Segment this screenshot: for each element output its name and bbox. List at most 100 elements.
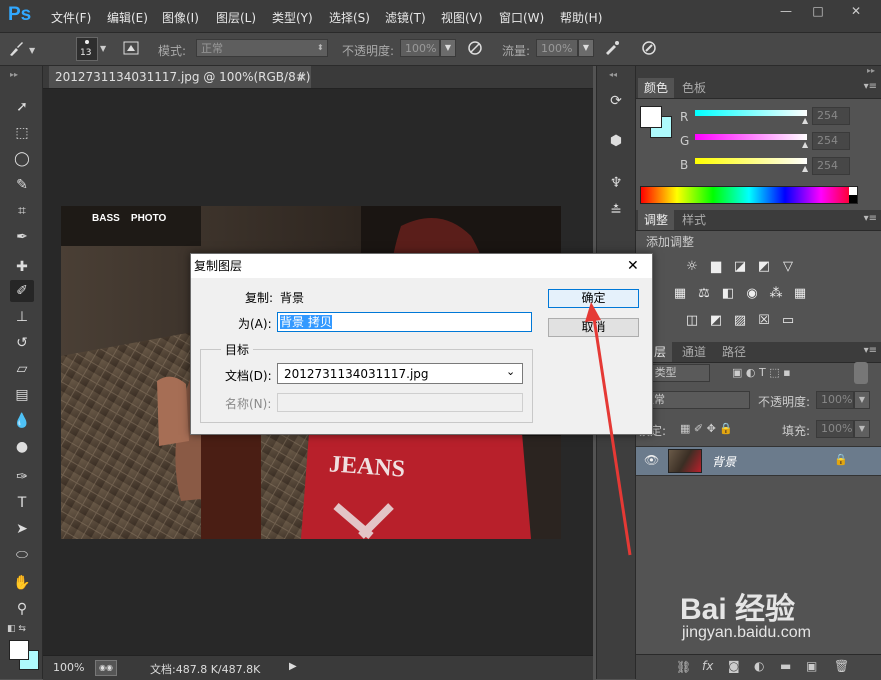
curves-icon[interactable]: ◪ <box>730 257 750 277</box>
exposure-icon[interactable]: ◩ <box>754 257 774 277</box>
menu-image[interactable]: 图像(I) <box>162 9 199 26</box>
brush-preset-picker[interactable]: 13 <box>76 37 98 61</box>
zoom-level[interactable]: 100% <box>53 661 84 674</box>
layer-opacity-input[interactable]: 100% <box>816 391 854 409</box>
fill-input[interactable]: 100% <box>816 420 854 438</box>
pen-tool-icon[interactable]: ✑ <box>10 466 34 488</box>
healing-brush-tool-icon[interactable]: ✚ <box>10 256 34 278</box>
invert-icon[interactable]: ◫ <box>682 311 702 331</box>
photo-filter-icon[interactable]: ◉ <box>742 284 762 304</box>
default-colors-icon[interactable]: ◧ ⇆ <box>7 624 26 634</box>
channel-mixer-icon[interactable]: ⁂ <box>766 284 786 304</box>
as-input[interactable]: 背景 拷贝 <box>277 312 532 332</box>
layers-panel-menu-icon[interactable]: ▾≡ <box>864 345 877 356</box>
zoom-tool-icon[interactable]: ⚲ <box>10 598 34 620</box>
menu-layer[interactable]: 图层(L) <box>216 9 256 26</box>
channel-r-value[interactable]: 254 <box>812 107 850 125</box>
document-tab[interactable]: 2012731134031117.jpg @ 100%(RGB/8#) × <box>49 66 311 88</box>
channel-r-thumb-icon[interactable]: ▲ <box>802 116 808 125</box>
menu-file[interactable]: 文件(F) <box>51 9 91 26</box>
tab-adjustments[interactable]: 调整 <box>638 210 675 230</box>
flow-input[interactable]: 100% <box>536 39 578 57</box>
hand-tool-icon[interactable]: ✋ <box>10 572 34 594</box>
tab-swatches[interactable]: 色板 <box>676 78 712 98</box>
3d-panel-icon[interactable]: ⬢ <box>605 130 627 152</box>
history-brush-tool-icon[interactable]: ↺ <box>10 332 34 354</box>
hue-saturation-icon[interactable]: ▦ <box>670 284 690 304</box>
levels-icon[interactable]: ▆ <box>706 257 726 277</box>
name-input[interactable] <box>277 393 523 412</box>
collapse-toolbar-icon[interactable]: ▸▸ <box>10 70 18 79</box>
layer-filter-toggle[interactable] <box>854 362 868 384</box>
channel-b-thumb-icon[interactable]: ▲ <box>802 164 808 173</box>
menu-filter[interactable]: 滤镜(T) <box>385 9 426 26</box>
threshold-icon[interactable]: ▨ <box>730 311 750 331</box>
history-panel-icon[interactable]: ⟳ <box>605 90 627 112</box>
cancel-button[interactable]: 取消 <box>548 318 639 337</box>
color-fg-swatch[interactable] <box>640 106 662 128</box>
eraser-tool-icon[interactable]: ▱ <box>10 358 34 380</box>
menu-type[interactable]: 类型(Y) <box>272 9 313 26</box>
tab-paths[interactable]: 路径 <box>716 342 752 362</box>
tab-color[interactable]: 颜色 <box>638 78 675 98</box>
fill-dropdown-icon[interactable]: ▼ <box>854 420 870 438</box>
tool-preset-chevron-icon[interactable]: ▼ <box>29 46 35 55</box>
menu-select[interactable]: 选择(S) <box>329 9 370 26</box>
layer-name[interactable]: 背景 <box>712 453 736 470</box>
close-window-button[interactable]: ✕ <box>836 2 876 20</box>
menu-window[interactable]: 窗口(W) <box>499 9 544 26</box>
blur-tool-icon[interactable]: 💧 <box>10 410 34 432</box>
channel-g-thumb-icon[interactable]: ▲ <box>802 140 808 149</box>
channel-b-slider[interactable] <box>695 158 807 164</box>
channel-g-slider[interactable] <box>695 134 807 140</box>
collapse-strip-icon[interactable]: ◂◂ <box>609 70 617 79</box>
color-panel-menu-icon[interactable]: ▾≡ <box>864 81 877 92</box>
marquee-tool-icon[interactable]: ⬚ <box>10 122 34 144</box>
eye-visibility-icon[interactable]: 👁 <box>644 453 659 467</box>
opacity-dropdown-icon[interactable]: ▼ <box>440 39 456 57</box>
lasso-tool-icon[interactable]: ◯ <box>10 148 34 170</box>
dodge-tool-icon[interactable]: ● <box>10 436 34 458</box>
pressure-size-icon[interactable] <box>639 39 659 59</box>
tab-channels[interactable]: 通道 <box>676 342 712 362</box>
ellipse-tool-icon[interactable]: ⬭ <box>10 544 34 566</box>
mode-select[interactable]: 正常 <box>196 39 328 57</box>
channel-g-value[interactable]: 254 <box>812 132 850 150</box>
menu-view[interactable]: 视图(V) <box>441 9 483 26</box>
quick-select-tool-icon[interactable]: ✎ <box>10 174 34 196</box>
maximize-button[interactable]: □ <box>804 2 832 20</box>
posterize-icon[interactable]: ◩ <box>706 311 726 331</box>
move-tool-icon[interactable]: ➚ <box>10 96 34 118</box>
channel-r-slider[interactable] <box>695 110 807 116</box>
status-preview-icon[interactable]: ◉◉ <box>95 660 117 676</box>
brush-panel-toggle-icon[interactable] <box>121 39 141 59</box>
vibrance-icon[interactable]: ▽ <box>778 257 798 277</box>
layer-row[interactable]: 👁 背景 🔒 <box>636 446 881 476</box>
eyedropper-tool-icon[interactable]: ✒ <box>10 226 34 248</box>
airbrush-icon[interactable] <box>602 39 622 59</box>
black-white-icon[interactable]: ◧ <box>718 284 738 304</box>
brush-tool-icon[interactable]: ✐ <box>10 280 34 302</box>
layer-opacity-dropdown-icon[interactable]: ▼ <box>854 391 870 409</box>
menu-edit[interactable]: 编辑(E) <box>107 9 148 26</box>
type-tool-icon[interactable]: T <box>10 492 34 514</box>
clone-stamp-tool-icon[interactable]: ⊥ <box>10 306 34 328</box>
gradient-tool-icon[interactable]: ▤ <box>10 384 34 406</box>
tab-styles[interactable]: 样式 <box>676 210 712 230</box>
minimize-button[interactable]: — <box>772 2 800 20</box>
selective-color-icon[interactable]: ☒ <box>754 311 774 331</box>
opacity-input[interactable]: 100% <box>400 39 440 57</box>
close-tab-icon[interactable]: × <box>297 66 307 88</box>
gradient-map-icon[interactable]: ▭ <box>778 311 798 331</box>
ok-button[interactable]: 确定 <box>548 289 639 308</box>
path-selection-tool-icon[interactable]: ➤ <box>10 518 34 540</box>
document-select[interactable]: 2012731134031117.jpg ⌄ <box>277 363 523 384</box>
layer-filter-icons[interactable]: ▣ ◐ T ⬚ ▪ <box>732 366 791 379</box>
channel-b-value[interactable]: 254 <box>812 157 850 175</box>
flow-dropdown-icon[interactable]: ▼ <box>578 39 594 57</box>
brush-settings-icon[interactable]: ≛ <box>605 200 627 222</box>
color-balance-icon[interactable]: ⚖ <box>694 284 714 304</box>
brush-picker-chevron-icon[interactable]: ▼ <box>100 44 106 53</box>
collapse-panels-icon[interactable]: ▸▸ <box>867 66 875 75</box>
lock-icons[interactable]: ▦ ✐ ✥ 🔒 <box>680 422 733 435</box>
